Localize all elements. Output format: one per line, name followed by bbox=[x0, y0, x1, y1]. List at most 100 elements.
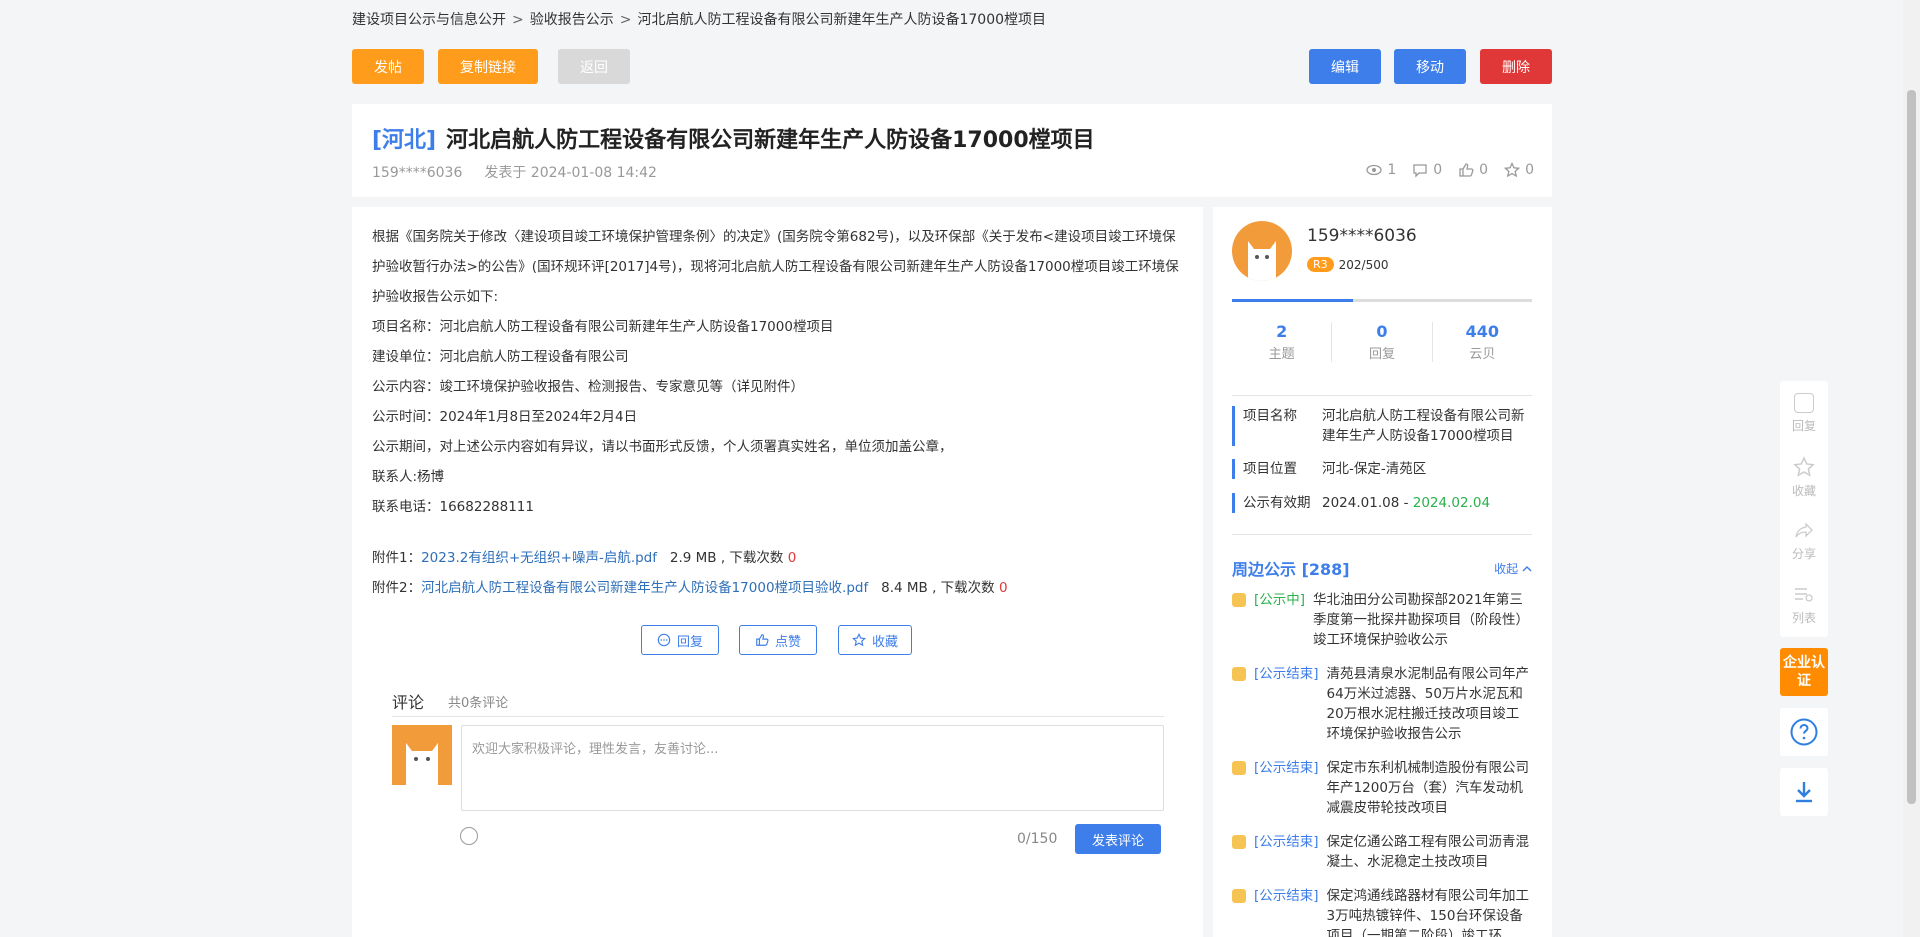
avatar[interactable] bbox=[1232, 221, 1292, 281]
content-paragraph: 公示内容：竣工环境保护验收报告、检测报告、专家意见等（详见附件） bbox=[372, 379, 804, 395]
float-reply-button[interactable]: 回复 bbox=[1780, 381, 1828, 445]
nearby-item[interactable]: [公示结束] 保定亿通公路工程有限公司沥青混凝土、水泥稳定土技改项目 bbox=[1232, 832, 1532, 872]
breadcrumb-item[interactable]: 验收报告公示 bbox=[530, 12, 614, 28]
nearby-status: [公示结束] bbox=[1254, 888, 1319, 904]
stat-shells[interactable]: 440 云贝 bbox=[1433, 322, 1532, 362]
float-label: 收藏 bbox=[1791, 483, 1816, 498]
submit-comment-button[interactable]: 发表评论 bbox=[1075, 824, 1161, 854]
list-icon bbox=[1795, 587, 1813, 602]
info-key: 项目名称 bbox=[1232, 406, 1322, 446]
content-paragraph: 建设单位：河北启航人防工程设备有限公司 bbox=[372, 349, 629, 365]
nearby-item[interactable]: [公示结束] 清苑县清泉水泥制品有限公司年产64万米过滤器、50万片水泥瓦和20… bbox=[1232, 664, 1532, 744]
content-paragraph: 公示时间：2024年1月8日至2024年2月4日 bbox=[372, 409, 638, 425]
comment-input[interactable]: 欢迎大家积极评论，理性发言，友善讨论... bbox=[461, 725, 1164, 811]
progress-fill bbox=[1232, 299, 1354, 302]
attachment-size: 8.4 MB , 下载次数 bbox=[881, 580, 995, 596]
nearby-status: [公示结束] bbox=[1254, 834, 1319, 850]
float-label: 回复 bbox=[1791, 418, 1816, 433]
nearby-status: [公示中] bbox=[1254, 592, 1306, 608]
stat-value: 440 bbox=[1465, 322, 1500, 341]
nearby-text: 华北油田分公司勘探部2021年第三季度第一批探井勘探项目（阶段性）竣工环境保护验… bbox=[1313, 592, 1530, 648]
content-paragraph: 项目名称：河北启航人防工程设备有限公司新建年生产人防设备17000樘项目 bbox=[372, 319, 834, 335]
document-icon bbox=[1232, 761, 1246, 775]
float-favorite-button[interactable]: 收藏 bbox=[1780, 445, 1828, 509]
stat-replies[interactable]: 0 回复 bbox=[1332, 322, 1433, 362]
download-count: 0 bbox=[998, 580, 1008, 596]
star-icon bbox=[1793, 455, 1815, 477]
author[interactable]: 159****6036 bbox=[372, 165, 462, 181]
nearby-text: 保定鸿通线路器材有限公司年加工3万吨热镀锌件、150台环保设备项目（一期第二阶段… bbox=[1326, 888, 1530, 937]
nearby-header: 周边公示 [288] 收起 bbox=[1232, 556, 1532, 580]
enterprise-cert-button[interactable]: 企业认证 bbox=[1780, 648, 1828, 696]
tab-comments[interactable]: 评论 bbox=[392, 689, 424, 713]
delete-button[interactable]: 删除 bbox=[1480, 49, 1552, 84]
content-paragraph: 联系人:杨博 bbox=[372, 469, 445, 485]
divider bbox=[1232, 395, 1532, 396]
comment-icon bbox=[657, 633, 671, 647]
level-progress: 202/500 bbox=[1338, 257, 1389, 272]
breadcrumb: 建设项目公示与信息公开 > 验收报告公示 > 河北启航人防工程设备有限公司新建年生产人防… bbox=[352, 12, 1047, 28]
attachment-row: 附件2：河北启航人防工程设备有限公司新建年生产人防设备17000樘项目验收.pd… bbox=[372, 576, 1182, 596]
attachment-label: 附件2： bbox=[372, 580, 422, 596]
nearby-item[interactable]: [公示结束] 保定鸿通线路器材有限公司年加工3万吨热镀锌件、150台环保设备项目… bbox=[1232, 886, 1532, 937]
nearby-item[interactable]: [公示结束] 保定市东利机械制造股份有限公司年产1200万台（套）汽车发动机减震… bbox=[1232, 758, 1532, 818]
scrollbar[interactable] bbox=[1903, 0, 1920, 937]
info-value: 2024.01.08 - 2024.02.04 bbox=[1322, 493, 1490, 513]
nearby-item[interactable]: [公示中] 华北油田分公司勘探部2021年第三季度第一批探井勘探项目（阶段性）竣… bbox=[1232, 590, 1532, 650]
char-count: 0/150 bbox=[1017, 831, 1058, 847]
copy-link-button[interactable]: 复制链接 bbox=[438, 49, 538, 84]
attachment-link[interactable]: 2023.2有组织+无组织+噪声-启航.pdf bbox=[421, 550, 657, 566]
views-stat: 1 bbox=[1366, 162, 1396, 178]
likes-count: 0 bbox=[1479, 162, 1489, 178]
comment-count: 共0条评论 bbox=[448, 696, 509, 711]
stat-value: 0 bbox=[1376, 322, 1388, 341]
collapse-label: 收起 bbox=[1494, 561, 1519, 576]
back-button[interactable]: 返回 bbox=[558, 49, 630, 84]
nearby-text: 清苑县清泉水泥制品有限公司年产64万米过滤器、50万片水泥瓦和20万根水泥柱搬迁… bbox=[1326, 666, 1530, 742]
stat-topics[interactable]: 2 主题 bbox=[1232, 322, 1333, 362]
collapse-button[interactable]: 收起 bbox=[1494, 560, 1532, 577]
like-button[interactable]: 点赞 bbox=[739, 625, 817, 655]
views-count: 1 bbox=[1387, 162, 1397, 178]
download-button[interactable] bbox=[1780, 768, 1828, 816]
float-share-button[interactable]: 分享 bbox=[1780, 509, 1828, 573]
document-icon bbox=[1232, 667, 1246, 681]
breadcrumb-item[interactable]: 建设项目公示与信息公开 bbox=[352, 12, 506, 28]
comments-stat[interactable]: 0 bbox=[1412, 162, 1442, 178]
info-value: 河北启航人防工程设备有限公司新建年生产人防设备17000樘项目 bbox=[1322, 408, 1525, 444]
info-project-name: 项目名称 河北启航人防工程设备有限公司新建年生产人防设备17000樘项目 bbox=[1232, 406, 1532, 446]
help-button[interactable] bbox=[1780, 708, 1828, 756]
edit-button[interactable]: 编辑 bbox=[1309, 49, 1381, 84]
help-icon bbox=[1790, 718, 1818, 746]
period-end: 2024.02.04 bbox=[1412, 495, 1491, 511]
stat-value: 2 bbox=[1276, 322, 1288, 341]
post-title-text: 河北启航人防工程设备有限公司新建年生产人防设备17000樘项目 bbox=[446, 128, 1095, 153]
comment-icon bbox=[1413, 163, 1427, 178]
floating-toolbar: 回复 收藏 分享 列表 bbox=[1780, 381, 1830, 637]
float-list-button[interactable]: 列表 bbox=[1780, 573, 1828, 637]
move-button[interactable]: 移动 bbox=[1394, 49, 1466, 84]
reply-button[interactable]: 回复 bbox=[641, 625, 719, 655]
float-label: 分享 bbox=[1791, 546, 1816, 561]
post-date: 发表于 2024-01-08 14:42 bbox=[484, 165, 657, 181]
comment-tabs: 评论 共0条评论 bbox=[392, 685, 1164, 717]
nearby-text: 保定亿通公路工程有限公司沥青混凝土、水泥稳定土技改项目 bbox=[1326, 834, 1530, 870]
emoji-icon[interactable] bbox=[460, 827, 478, 845]
thumbs-up-icon bbox=[1459, 163, 1474, 177]
download-icon bbox=[1796, 782, 1812, 803]
nearby-status: [公示结束] bbox=[1254, 760, 1319, 776]
favorite-button[interactable]: 收藏 bbox=[838, 625, 912, 655]
attachment-link[interactable]: 河北启航人防工程设备有限公司新建年生产人防设备17000樘项目验收.pdf bbox=[421, 580, 868, 596]
user-name[interactable]: 159****6036 bbox=[1307, 226, 1417, 246]
post-body: 根据《国务院关于修改〈建设项目竣工环境保护管理条例〉的决定》(国务院令第682号… bbox=[352, 207, 1203, 937]
post-button[interactable]: 发帖 bbox=[352, 49, 424, 84]
comments-count: 0 bbox=[1433, 162, 1443, 178]
scrollbar-thumb[interactable] bbox=[1907, 90, 1916, 804]
nearby-title: 周边公示 [288] bbox=[1232, 560, 1350, 579]
eye-icon bbox=[1366, 164, 1382, 176]
post-meta: 159****6036 发表于 2024-01-08 14:42 bbox=[372, 162, 657, 182]
favorite-label: 收藏 bbox=[871, 634, 898, 650]
favorites-stat[interactable]: 0 bbox=[1504, 162, 1534, 178]
likes-stat[interactable]: 0 bbox=[1458, 162, 1488, 178]
user-level: R3 202/500 bbox=[1307, 257, 1389, 272]
